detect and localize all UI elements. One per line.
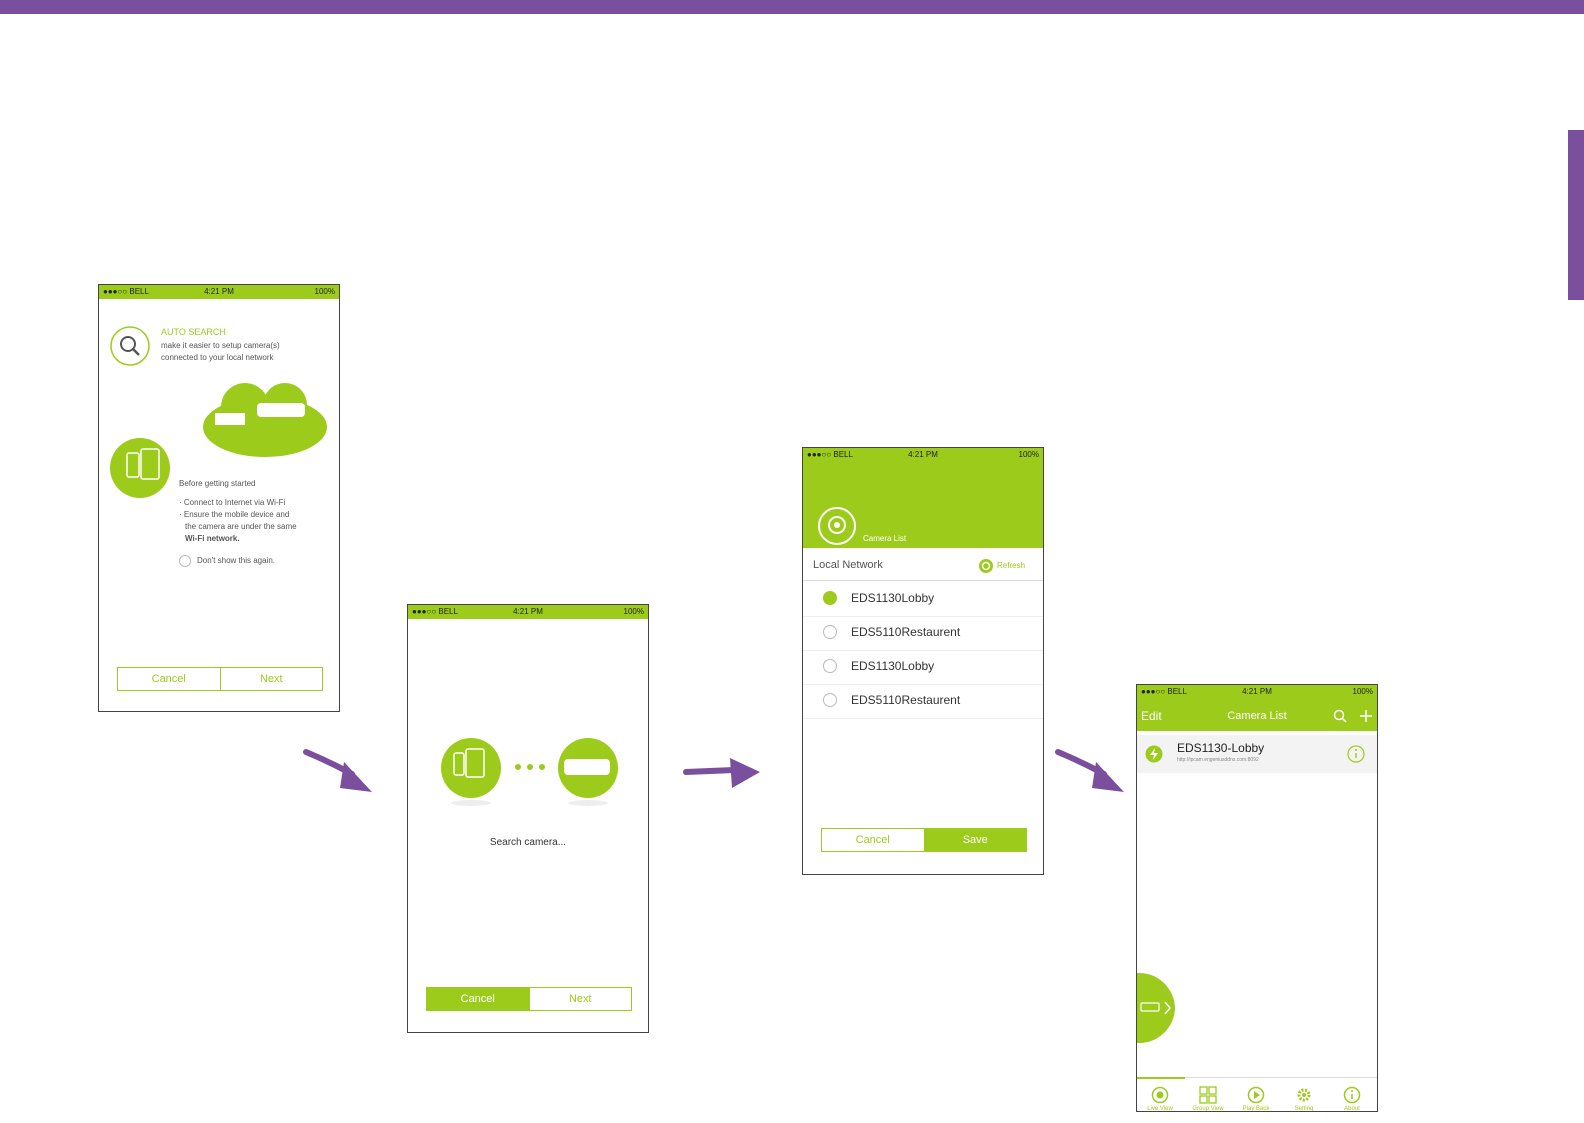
arrow-icon <box>683 758 760 788</box>
dont-show-checkbox[interactable] <box>179 555 191 567</box>
cancel-button[interactable]: Cancel <box>822 829 924 851</box>
refresh-icon <box>979 559 993 573</box>
info-icon <box>1343 1086 1361 1104</box>
unchecked-icon <box>823 659 837 673</box>
bullet-network-3: Wi-Fi network. <box>185 534 240 543</box>
cancel-button[interactable]: Cancel <box>427 988 529 1010</box>
camera-icon <box>818 507 856 545</box>
tab-bar: Live View Group View Play Back Setting A… <box>1137 1077 1377 1112</box>
live-view-icon <box>1151 1086 1169 1104</box>
camera-name: EDS1130-Lobby <box>1177 741 1265 755</box>
screen-camera-select: ●●●○○ BELL 4:21 PM 100% Camera List Loca… <box>802 447 1044 875</box>
tab-live-view[interactable]: Live View <box>1137 1086 1183 1112</box>
button-row: Cancel Next <box>426 987 632 1011</box>
camera-list-label: Camera List <box>863 534 907 543</box>
time: 4:21 PM <box>908 450 938 459</box>
tab-label: Play Back <box>1242 1106 1270 1112</box>
camera-name: EDS5110Restaurent <box>851 625 961 639</box>
arrow-icon <box>303 749 372 792</box>
camera-row[interactable]: EDS5110Restaurent <box>803 616 1043 651</box>
time: 4:21 PM <box>513 607 543 616</box>
bolt-icon <box>1145 745 1163 763</box>
tab-about[interactable]: About <box>1329 1086 1375 1112</box>
camera-name: EDS1130Lobby <box>851 591 935 605</box>
tab-label: Live View <box>1147 1106 1173 1112</box>
bullet-network-1: · Ensure the mobile device and <box>179 510 290 519</box>
tab-setting[interactable]: Setting <box>1281 1086 1327 1112</box>
next-button[interactable]: Next <box>528 988 632 1010</box>
cancel-button[interactable]: Cancel <box>118 668 220 690</box>
search-icon <box>110 326 150 366</box>
dont-show-label: Don't show this again. <box>197 556 276 565</box>
tab-label: About <box>1344 1106 1360 1112</box>
status-bar: ●●●○○ BELL 4:21 PM 100% <box>803 448 1043 462</box>
tablet-illustration <box>110 438 170 498</box>
checked-icon <box>823 591 837 605</box>
camera-list-item[interactable]: EDS1130-Lobby http://ipcam.engeniusddns.… <box>1137 735 1377 773</box>
camera-name: EDS5110Restaurent <box>851 693 961 707</box>
info-icon[interactable] <box>1347 745 1365 763</box>
play-icon <box>1247 1086 1265 1104</box>
local-network-label: Local Network <box>813 559 883 571</box>
status-bar: ●●●○○ BELL 4:21 PM 100% <box>99 285 339 299</box>
grid-icon <box>1199 1086 1217 1104</box>
tab-play-back[interactable]: Play Back <box>1233 1086 1279 1112</box>
battery: 100% <box>1352 687 1373 696</box>
screen-auto-search: ●●●○○ BELL 4:21 PM 100% AUTO SEARCH make… <box>98 284 340 712</box>
refresh-button[interactable]: Refresh <box>997 561 1025 570</box>
next-button[interactable]: Next <box>219 668 323 690</box>
cloud-camera-illustration <box>203 383 327 457</box>
tab-label: Group View <box>1192 1106 1224 1112</box>
top-banner <box>0 0 1584 14</box>
time: 4:21 PM <box>204 287 234 296</box>
tab-active-indicator <box>1137 1077 1185 1079</box>
unchecked-icon <box>823 693 837 707</box>
gear-icon <box>1297 1088 1311 1102</box>
camera-url: http://ipcam.engeniusddns.com:8092 <box>1177 757 1259 763</box>
button-row: Cancel Save <box>821 828 1027 852</box>
battery: 100% <box>314 287 335 296</box>
unchecked-icon <box>823 625 837 639</box>
search-icon[interactable] <box>1333 709 1347 723</box>
camera-row[interactable]: EDS5110Restaurent <box>803 684 1043 719</box>
screen-search: ●●●○○ BELL 4:21 PM 100% Search camera...… <box>407 604 649 1033</box>
before-started-text: Before getting started <box>179 479 256 488</box>
screen-camera-list: ●●●○○ BELL 4:21 PM 100% Edit Camera List… <box>1136 684 1378 1112</box>
side-tab <box>1568 130 1584 300</box>
camera-row[interactable]: EDS1130Lobby <box>803 650 1043 685</box>
tab-label: Setting <box>1294 1106 1314 1112</box>
router-fab-icon[interactable] <box>1137 971 1177 1045</box>
auto-search-heading: AUTO SEARCH <box>161 327 226 337</box>
bullet-network-2: the camera are under the same <box>185 522 297 531</box>
camera-row[interactable]: EDS1130Lobby <box>803 582 1043 617</box>
local-network-bar: Local Network Refresh <box>803 550 1043 581</box>
battery: 100% <box>623 607 644 616</box>
button-row: Cancel Next <box>117 667 323 691</box>
search-illustration <box>441 738 618 806</box>
camera-name: EDS1130Lobby <box>851 659 935 673</box>
add-icon[interactable] <box>1359 709 1373 723</box>
search-camera-text: Search camera... <box>489 837 567 848</box>
auto-search-desc-2: connected to your local network <box>161 353 274 362</box>
auto-search-desc-1: make it easier to setup camera(s) <box>161 341 280 350</box>
bullet-wifi: · Connect to Internet via Wi-Fi <box>179 498 286 507</box>
status-bar: ●●●○○ BELL 4:21 PM 100% <box>408 605 648 619</box>
time: 4:21 PM <box>1242 687 1272 696</box>
battery: 100% <box>1018 450 1039 459</box>
tab-group-view[interactable]: Group View <box>1185 1086 1231 1112</box>
arrow-icon <box>1055 749 1124 792</box>
save-button[interactable]: Save <box>923 829 1026 851</box>
status-bar: ●●●○○ BELL 4:21 PM 100% <box>1137 685 1377 699</box>
